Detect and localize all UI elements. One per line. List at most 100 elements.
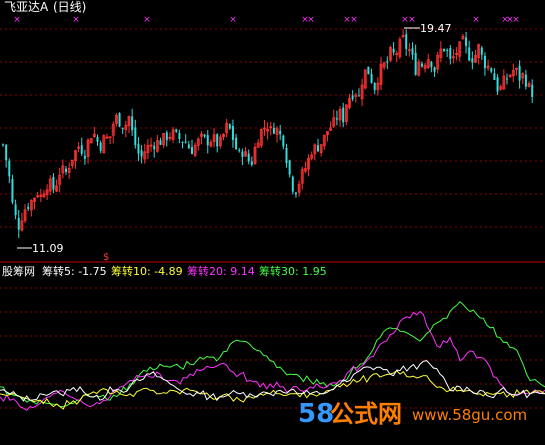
candle-body-down — [465, 37, 468, 46]
candle-body-down — [272, 127, 275, 134]
candle-body-down — [405, 34, 408, 49]
candle-body-down — [134, 127, 137, 146]
candle-body-down — [367, 66, 370, 75]
candle-body-down — [241, 151, 244, 157]
candle-body-down — [118, 112, 121, 127]
candle-body-down — [27, 206, 30, 209]
candle-body-down — [524, 74, 527, 87]
candle-body-down — [231, 126, 234, 140]
stock-title: 飞亚达A — [4, 0, 49, 14]
indicator-series — [0, 300, 545, 411]
legend-chouzhuan5: 筹转5: -1.75 — [42, 264, 107, 278]
candle-body-down — [518, 65, 521, 81]
candle-body-down — [483, 55, 486, 69]
candle-body-down — [282, 135, 285, 147]
high-price-label: 19.47 — [420, 22, 452, 35]
x-marker: × — [512, 15, 520, 25]
candle-body-down — [373, 82, 376, 91]
candle-body-down — [175, 129, 178, 132]
watermark-number: 58 — [298, 399, 334, 429]
candle-body-down — [65, 168, 67, 172]
candle-body-down — [370, 73, 373, 83]
legend-chouzhuan20: 筹转20: 9.14 — [187, 264, 255, 278]
x-marker: × — [13, 15, 21, 25]
candle-body-down — [165, 132, 168, 141]
candle-body-down — [184, 141, 187, 143]
x-marker: × — [229, 15, 237, 25]
candle-body-down — [335, 118, 338, 120]
candle-body-down — [181, 141, 184, 143]
candle-body-down — [291, 176, 294, 192]
candle-body-down — [392, 48, 395, 53]
candle-body-down — [490, 68, 493, 72]
candle-body-down — [153, 145, 156, 150]
candle-body-down — [468, 47, 471, 61]
candle-body-down — [279, 130, 282, 135]
candle-body-down — [83, 155, 86, 159]
candle-body-down — [140, 150, 143, 157]
candle-body-down — [493, 73, 496, 80]
candle-body-down — [178, 133, 181, 139]
candle-body-down — [471, 58, 474, 63]
candle-body-down — [52, 176, 55, 190]
x-marker: × — [72, 15, 80, 25]
candle-body-down — [159, 140, 162, 145]
candle-body-down — [80, 145, 83, 154]
candle-body-down — [449, 48, 452, 59]
candle-body-down — [531, 84, 534, 97]
chart-canvas: × × × × ×× × × × × × ××× 飞亚达A (日线) 19.47 11.09 $ 股… — [0, 0, 545, 429]
price-grid — [0, 28, 545, 228]
candle-body-down — [506, 78, 508, 80]
candle-body-down — [351, 95, 354, 100]
candle-body-down — [5, 144, 8, 161]
watermark-brand: 公式网 — [330, 400, 402, 428]
candle-body-down — [2, 144, 4, 146]
candle-body-down — [357, 95, 360, 97]
signal-dollar-marker: $ — [103, 252, 109, 263]
candle-body-down — [480, 47, 483, 55]
indicator-line-cz5 — [0, 360, 545, 402]
candle-body-down — [294, 192, 297, 195]
candle-body-down — [96, 136, 99, 142]
candle-body-down — [206, 135, 209, 146]
candlestick-series — [2, 29, 534, 238]
candle-body-down — [99, 142, 102, 151]
watermark: 58 公式网 www.58gu.com — [298, 399, 527, 429]
x-marker: × — [408, 15, 416, 25]
candle-body-down — [11, 178, 14, 203]
indicator-name: 股筹网 — [2, 264, 35, 278]
x-marker: × — [307, 15, 315, 25]
candle-body-down — [446, 49, 449, 51]
candle-body-down — [247, 153, 250, 162]
candle-body-down — [433, 67, 436, 72]
candle-body-down — [414, 52, 417, 75]
x-marker: × — [143, 15, 151, 25]
candle-body-down — [187, 144, 190, 149]
candle-body-down — [203, 134, 206, 137]
indicator-header: 股筹网 筹转5: -1.75 筹转10: -4.89 筹转20: 9.14 筹转… — [2, 264, 327, 278]
legend-chouzhuan10: 筹转10: -4.89 — [111, 264, 183, 278]
candle-body-down — [17, 217, 20, 230]
candle-body-down — [443, 49, 445, 51]
period-label: (日线) — [53, 0, 86, 14]
candle-body-down — [317, 145, 319, 152]
candle-body-down — [250, 161, 253, 165]
low-price-label: 11.09 — [32, 242, 64, 255]
candle-body-down — [191, 147, 193, 155]
candle-body-down — [496, 77, 499, 92]
candle-body-down — [235, 137, 238, 150]
candle-body-down — [14, 204, 17, 216]
candle-body-down — [238, 150, 241, 152]
x-marker: × — [350, 15, 358, 25]
candle-body-down — [131, 116, 134, 131]
candle-body-down — [288, 160, 291, 175]
candle-body-down — [228, 124, 231, 129]
watermark-url: www.58gu.com — [412, 406, 527, 424]
candle-body-down — [137, 143, 140, 154]
chart-window: × × × × × × × × × × × × × × 飞亚达A (日线) 19.47 11.09 $ 股… — [0, 0, 545, 445]
candle-body-down — [121, 127, 124, 129]
candle-body-down — [342, 107, 345, 123]
legend-chouzhuan30: 筹转30: 1.95 — [259, 264, 327, 278]
candle-body-down — [285, 147, 288, 164]
candle-body-down — [216, 134, 219, 147]
